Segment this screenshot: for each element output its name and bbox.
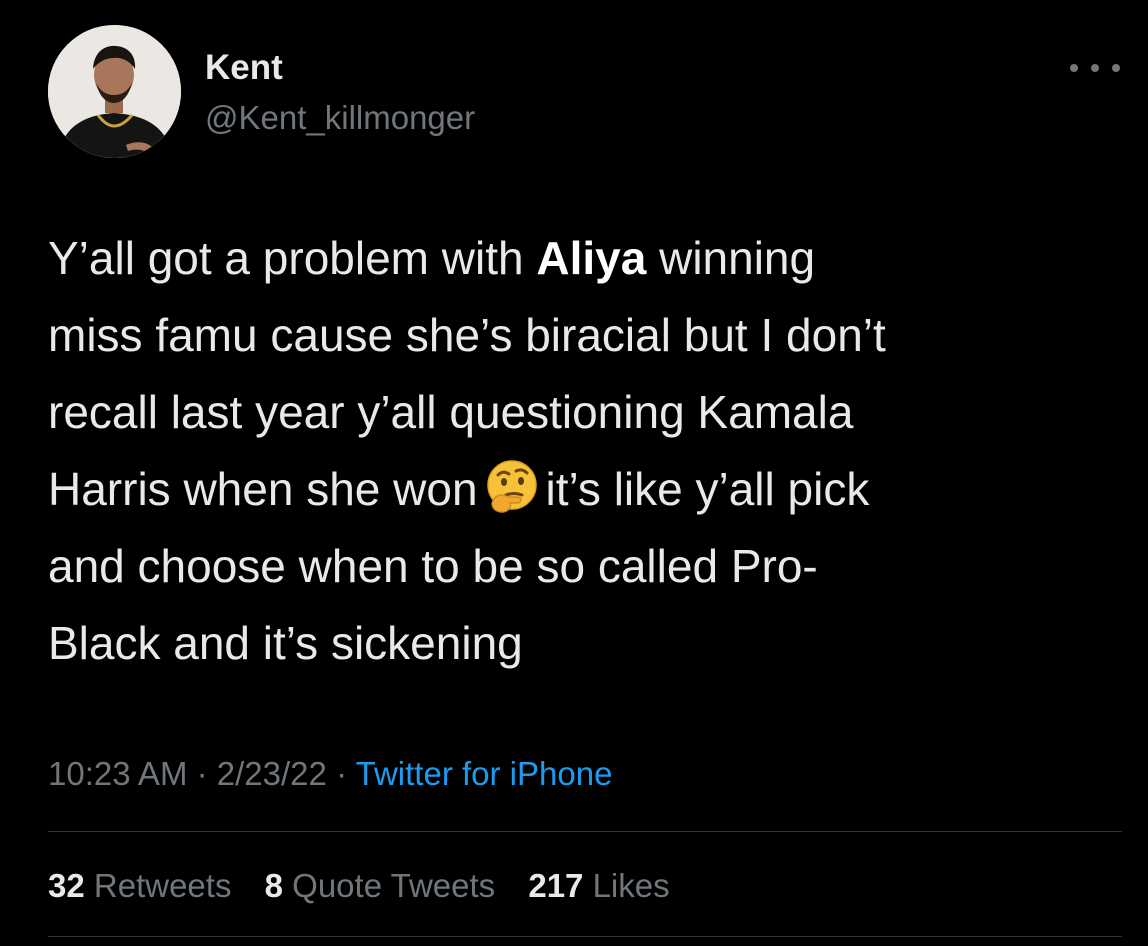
tweet-line: Y’all got a problem with Aliya winning <box>48 220 1128 297</box>
author-name[interactable]: Kent <box>205 48 283 88</box>
retweets-stat[interactable]: 32 Retweets <box>48 867 231 904</box>
meta-separator: · <box>196 755 208 792</box>
tweet-text-segment: Harris when she won <box>48 463 478 515</box>
tweet-line: recall last year y’all questioning Kamal… <box>48 386 854 438</box>
likes-label: Likes <box>592 867 670 904</box>
retweets-count: 32 <box>48 867 85 904</box>
quote-tweets-stat[interactable]: 8 Quote Tweets <box>265 867 496 904</box>
meta-separator: · <box>336 755 348 792</box>
likes-stat[interactable]: 217 Likes <box>528 867 669 904</box>
tweet-stats: 32 Retweets 8 Quote Tweets 217 Likes <box>48 862 694 910</box>
avatar[interactable] <box>48 25 181 158</box>
tweet-text-segment: winning <box>646 232 816 284</box>
ellipsis-dot <box>1091 64 1099 72</box>
ellipsis-dot <box>1112 64 1120 72</box>
tweet-text-segment: it’s like y’all pick <box>545 463 870 515</box>
quote-tweets-label: Quote Tweets <box>292 867 496 904</box>
quote-tweets-count: 8 <box>264 867 283 904</box>
tweet-text: Y’all got a problem with Aliya winning m… <box>48 220 1128 682</box>
tweet-time[interactable]: 10:23 AM <box>48 755 187 792</box>
thinking-face-icon <box>486 460 537 513</box>
retweets-label: Retweets <box>93 867 232 904</box>
divider <box>48 936 1122 937</box>
likes-count: 217 <box>528 867 584 904</box>
tweet-line: miss famu cause she’s biracial but I don… <box>48 309 886 361</box>
tweet-line: Harris when she won it’s like y’all pick <box>48 451 1128 528</box>
ellipsis-icon[interactable] <box>1070 58 1120 78</box>
tweet-source-link[interactable]: Twitter for iPhone <box>356 755 613 792</box>
profile-photo-icon <box>48 25 181 158</box>
ellipsis-dot <box>1070 64 1078 72</box>
tweet-date[interactable]: 2/23/22 <box>217 755 327 792</box>
tweet-line: and choose when to be so called Pro- <box>48 540 818 592</box>
tweet-meta: 10:23 AM · 2/23/22 · Twitter for iPhone <box>48 752 612 796</box>
divider <box>48 831 1122 832</box>
author-handle[interactable]: @Kent_killmonger <box>205 98 475 138</box>
tweet-line: Black and it’s sickening <box>48 617 523 669</box>
tweet-bold-name: Aliya <box>536 232 647 284</box>
tweet-text-segment: Y’all got a problem with <box>48 232 537 284</box>
